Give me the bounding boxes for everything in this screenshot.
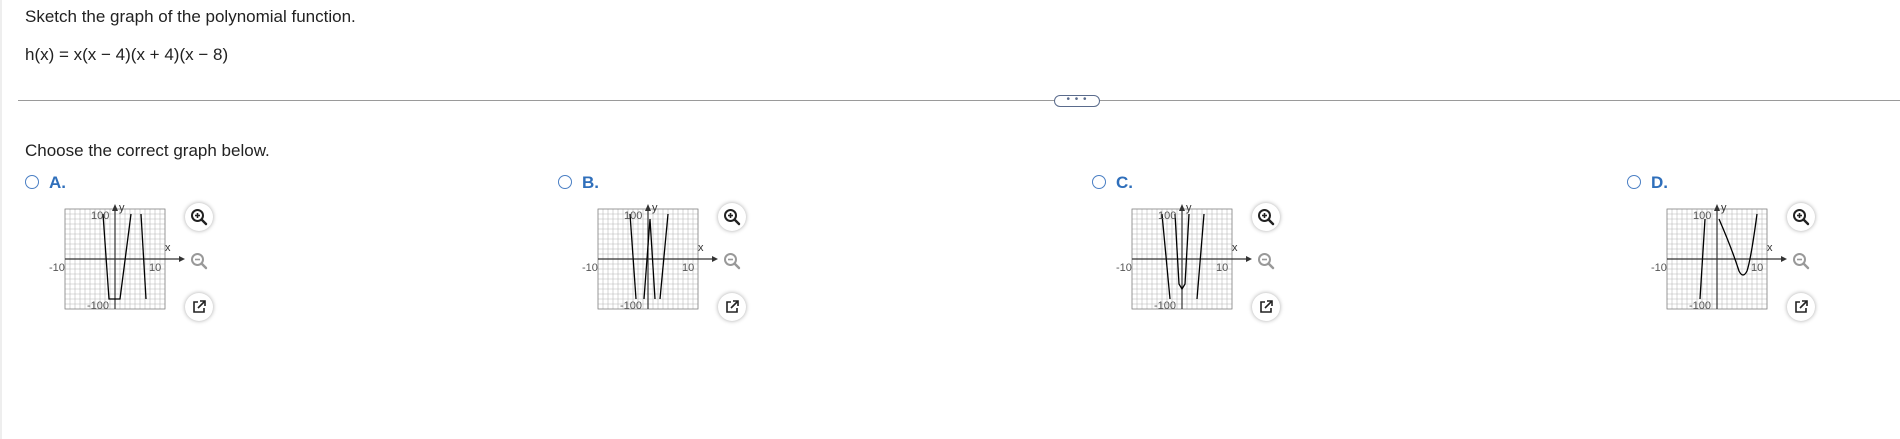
graph-a: y x -10 10 100 -100 <box>49 202 185 312</box>
pop-out-button-a[interactable] <box>185 293 213 321</box>
x-min-label-a: -10 <box>49 262 65 274</box>
expand-button[interactable]: • • • <box>1054 95 1100 107</box>
zoom-in-button-a[interactable] <box>185 203 213 231</box>
answer-option-b[interactable]: B. y x -10 10 100 -100 <box>558 173 798 333</box>
zoom-out-button-a[interactable] <box>185 247 213 275</box>
x-min-label-c: -10 <box>1116 262 1132 274</box>
answer-option-a[interactable]: A. y x -10 10 100 -100 <box>25 173 265 333</box>
curve-c <box>1161 213 1171 300</box>
pop-out-button-d[interactable] <box>1787 293 1815 321</box>
zoom-in-icon <box>1258 209 1275 226</box>
graph-c: y x -10 10 100 -100 <box>1116 202 1252 312</box>
answer-option-d[interactable]: D. y x -10 10 100 -100 <box>1627 173 1867 333</box>
y-max-label-b: 100 <box>624 210 642 222</box>
x-min-label-d: -10 <box>1651 262 1667 274</box>
x-max-label-b: 10 <box>682 262 694 274</box>
curve-a <box>102 213 132 300</box>
zoom-out-button-c[interactable] <box>1252 247 1280 275</box>
graph-b: y x -10 10 100 -100 <box>582 202 718 312</box>
zoom-out-icon <box>724 253 741 270</box>
axis-y-label-c: y <box>1186 202 1192 214</box>
axis-y-label-a: y <box>119 202 125 214</box>
external-link-icon <box>193 300 206 313</box>
y-min-label-a: -100 <box>87 300 109 312</box>
external-link-icon <box>1795 300 1808 313</box>
section-divider <box>18 100 1900 101</box>
pop-out-button-c[interactable] <box>1252 293 1280 321</box>
zoom-in-icon <box>1793 209 1810 226</box>
question-prompt: Sketch the graph of the polynomial funct… <box>25 7 356 26</box>
y-min-label-b: -100 <box>620 300 642 312</box>
y-max-label-a: 100 <box>91 210 109 222</box>
zoom-in-icon <box>191 209 208 226</box>
y-min-label-c: -100 <box>1154 300 1176 312</box>
answer-option-c[interactable]: C. y x -10 10 100 -100 <box>1092 173 1332 333</box>
axis-x-label-c: x <box>1232 242 1238 254</box>
zoom-out-icon <box>191 253 208 270</box>
axis-y-label-b: y <box>652 202 658 214</box>
axis-y-label-d: y <box>1721 202 1727 214</box>
zoom-in-button-d[interactable] <box>1787 203 1815 231</box>
external-link-icon <box>1260 300 1273 313</box>
x-max-label-a: 10 <box>149 262 161 274</box>
polynomial-function: h(x) = x(x − 4)(x + 4)(x − 8) <box>25 45 229 64</box>
zoom-out-button-b[interactable] <box>718 247 746 275</box>
axis-x-label-b: x <box>698 242 704 254</box>
answer-instruction: Choose the correct graph below. <box>25 141 270 160</box>
axis-x-label-d: x <box>1767 242 1773 254</box>
zoom-out-icon <box>1793 253 1810 270</box>
external-link-icon <box>726 300 739 313</box>
radio-button-d[interactable] <box>1627 175 1641 189</box>
radio-button-b[interactable] <box>558 175 572 189</box>
option-label-b[interactable]: B. <box>582 173 599 193</box>
zoom-in-button-c[interactable] <box>1252 203 1280 231</box>
x-min-label-b: -10 <box>582 262 598 274</box>
option-label-d[interactable]: D. <box>1651 173 1668 193</box>
curve-c-3 <box>1196 213 1205 300</box>
zoom-out-button-d[interactable] <box>1787 247 1815 275</box>
graph-d: y x -10 10 100 -100 <box>1651 202 1787 312</box>
x-max-label-d: 10 <box>1751 262 1763 274</box>
radio-button-c[interactable] <box>1092 175 1106 189</box>
y-min-label-d: -100 <box>1689 300 1711 312</box>
x-max-label-c: 10 <box>1216 262 1228 274</box>
option-label-a[interactable]: A. <box>49 173 66 193</box>
zoom-in-icon <box>724 209 741 226</box>
zoom-in-button-b[interactable] <box>718 203 746 231</box>
radio-button-a[interactable] <box>25 175 39 189</box>
curve-b-3 <box>659 213 669 300</box>
y-max-label-c: 100 <box>1158 210 1176 222</box>
pop-out-button-b[interactable] <box>718 293 746 321</box>
option-label-c[interactable]: C. <box>1116 173 1133 193</box>
axis-x-label-a: x <box>165 242 171 254</box>
y-max-label-d: 100 <box>1693 210 1711 222</box>
left-border <box>0 0 2 439</box>
zoom-out-icon <box>1258 253 1275 270</box>
